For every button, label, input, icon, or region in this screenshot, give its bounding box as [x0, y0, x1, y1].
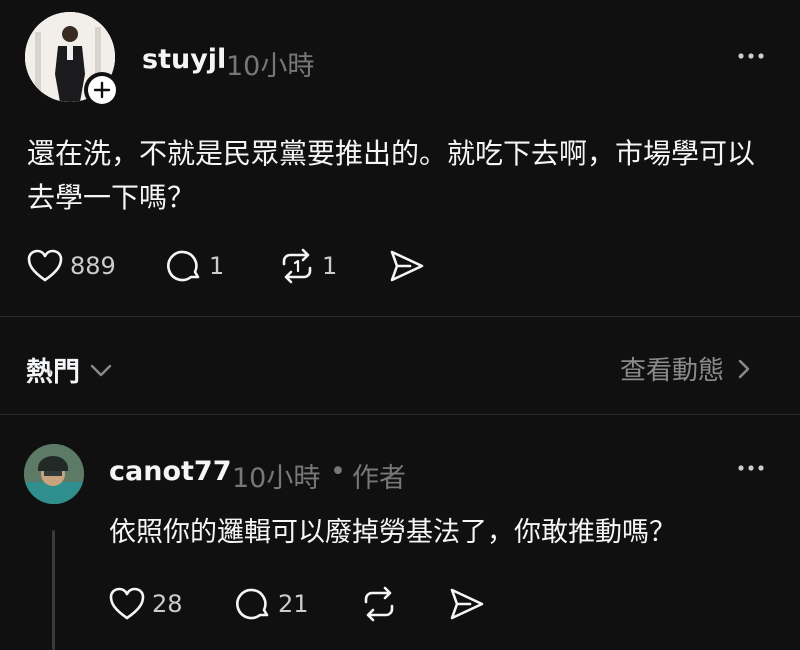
divider — [0, 414, 800, 415]
reply-comment-count: 21 — [278, 590, 309, 618]
repost-icon — [364, 586, 394, 622]
post-like-button[interactable]: 889 — [26, 248, 116, 284]
reply-more-button[interactable] — [736, 460, 766, 480]
divider — [0, 316, 800, 317]
thread-line — [52, 530, 55, 650]
post-more-button[interactable] — [736, 48, 766, 68]
chevron-down-icon — [90, 364, 112, 376]
post-repost-count: 1 — [322, 252, 338, 280]
repost-icon — [282, 248, 312, 284]
post-like-count: 889 — [70, 252, 116, 280]
view-activity-label: 查看動態 — [620, 356, 725, 386]
view-activity-link[interactable]: 查看動態 — [620, 350, 754, 387]
follow-button[interactable] — [84, 72, 120, 108]
post-timestamp: 10小時 — [226, 51, 315, 82]
meta-separator: • — [330, 456, 346, 487]
sort-dropdown[interactable]: 熱門 — [26, 350, 114, 389]
more-horizontal-icon — [738, 53, 764, 59]
post-comment-button[interactable]: 1 — [167, 248, 224, 284]
post-text: 還在洗，不就是民眾黨要推出的。就吃下去啊，市場學可以去學一下嗎？ — [27, 137, 756, 214]
send-icon — [390, 250, 424, 282]
reply-share-button[interactable] — [448, 586, 486, 622]
author-tag: 作者 — [352, 463, 406, 494]
plus-icon — [88, 76, 116, 104]
reply-text: 依照你的邏輯可以廢掉勞基法了，你敢推動嗎？ — [109, 517, 676, 548]
reply-comment-button[interactable]: 21 — [236, 586, 309, 622]
post-comment-count: 1 — [209, 252, 225, 280]
heart-icon — [27, 249, 63, 282]
sort-label: 熱門 — [26, 357, 80, 388]
post-username[interactable]: stuyjl — [142, 44, 226, 75]
reply-like-count: 28 — [152, 590, 183, 618]
reply-username[interactable]: canot77 — [109, 456, 231, 487]
send-icon — [450, 588, 484, 620]
reply-timestamp: 10小時 — [232, 463, 321, 494]
chevron-right-icon — [738, 359, 750, 378]
heart-icon — [109, 587, 145, 620]
speech-bubble-icon — [167, 250, 200, 282]
speech-bubble-icon — [236, 588, 269, 620]
reply-author-avatar[interactable] — [24, 444, 84, 504]
post-share-button[interactable] — [388, 248, 426, 284]
reply-repost-button[interactable] — [360, 586, 398, 622]
post-repost-button[interactable]: 1 — [278, 248, 337, 284]
reply-like-button[interactable]: 28 — [108, 586, 183, 622]
more-horizontal-icon — [738, 465, 764, 471]
